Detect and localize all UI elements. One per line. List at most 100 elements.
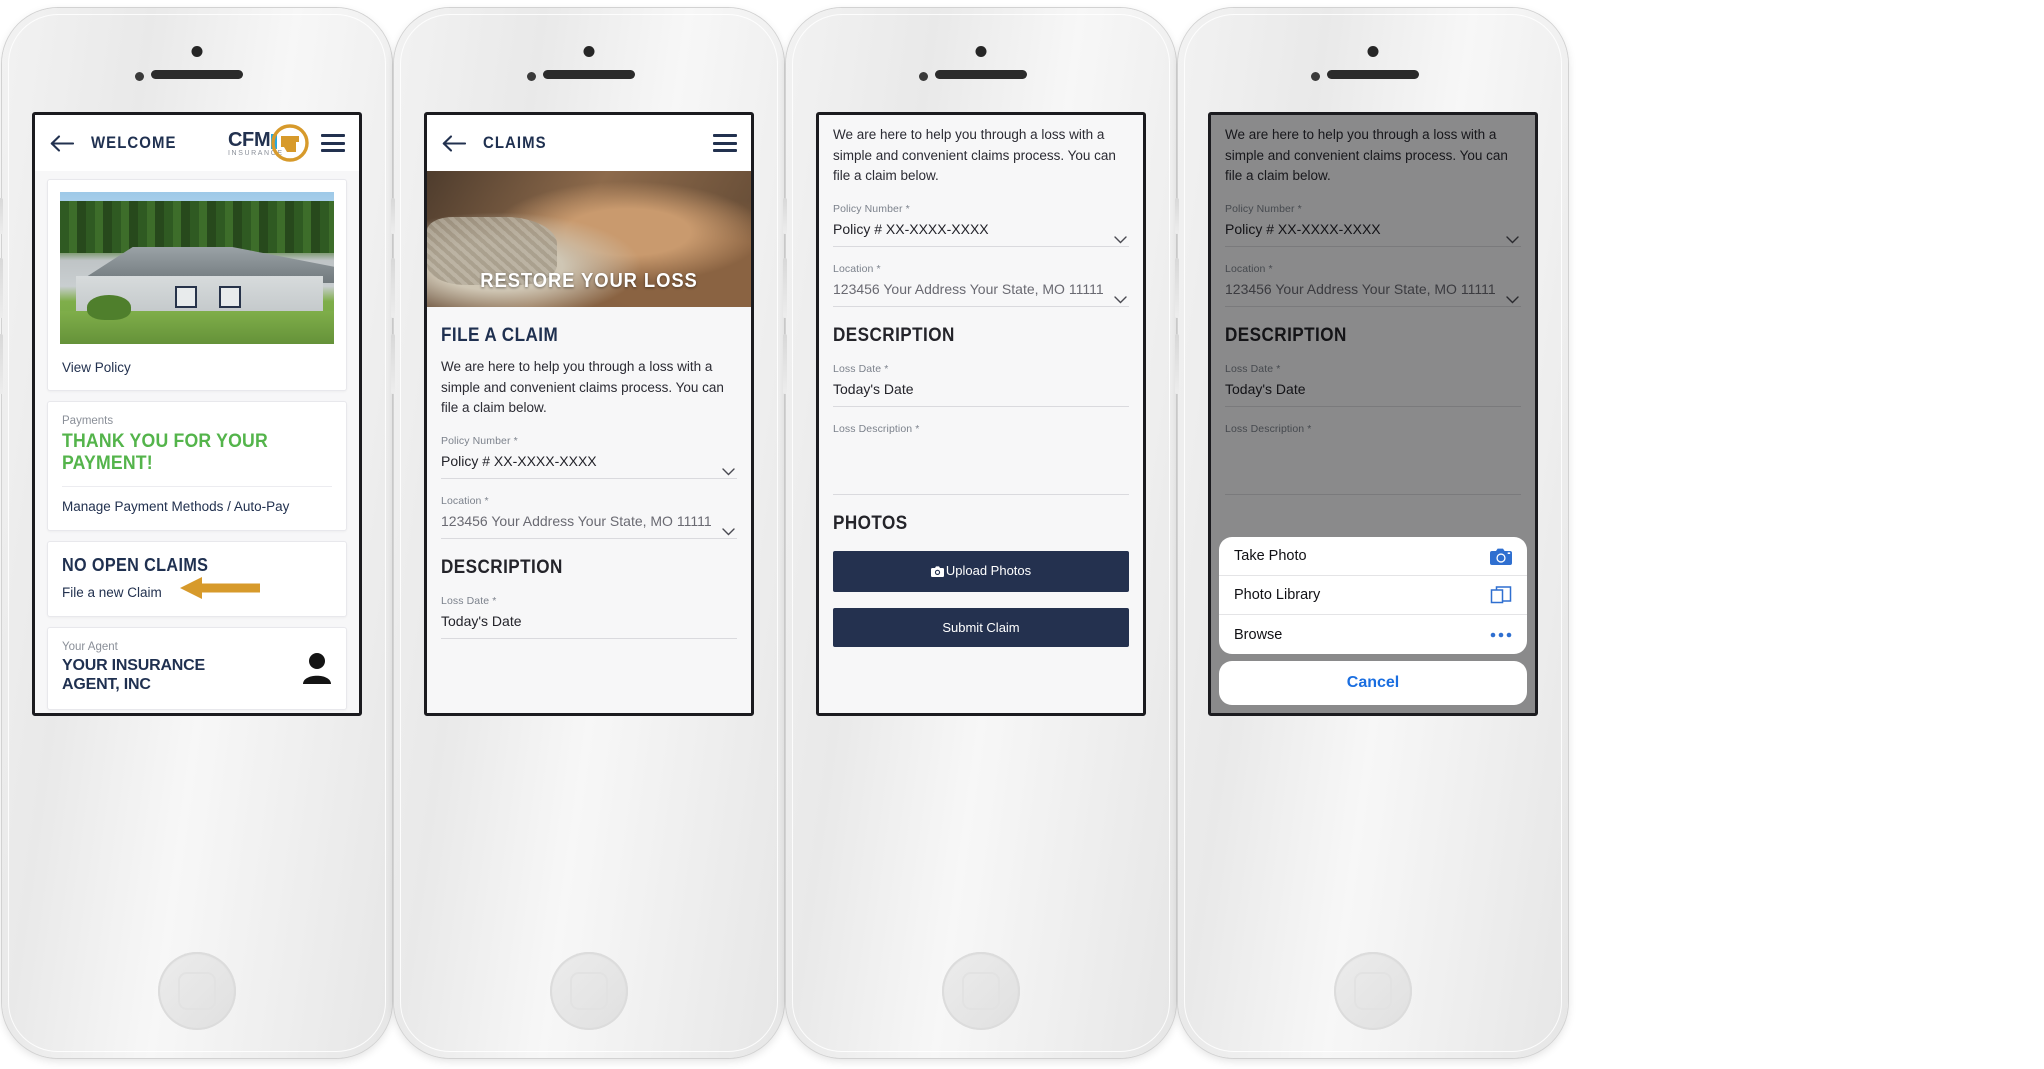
description-section-title: DESCRIPTION [833,324,955,346]
payments-label: Payments [62,415,114,427]
location-value[interactable]: 123456 Your Address Your State, MO 11111 [833,281,1129,307]
policy-number-field[interactable]: Policy Number * Policy # XX-XXXX-XXXX [441,435,737,479]
cfm-logo: CF M INSURANCE [227,123,311,163]
home-button[interactable] [550,952,628,1030]
volume-up-button[interactable] [391,258,395,318]
app-screen-claim-form-scrolled: We are here to help you through a loss w… [816,112,1146,716]
hero-headline: RESTORE YOUR LOSS [480,270,698,292]
volume-down-button[interactable] [783,334,787,394]
home-button[interactable] [942,952,1020,1030]
file-new-claim-link[interactable]: File a new Claim [62,585,162,600]
house-photo [60,192,334,344]
sensor-dot [135,72,144,81]
file-claim-form: FILE A CLAIM We are here to help you thr… [427,307,751,639]
location-value[interactable]: 123456 Your Address Your State, MO 11111 [441,513,737,539]
sensor-dot [1311,72,1320,81]
chevron-down-icon[interactable] [1114,231,1127,244]
phone-device-2: CLAIMS RESTORE YOUR LOSS FILE A CLAIM We… [391,8,784,1058]
camera-icon [930,565,944,580]
upload-photos-button[interactable]: Upload Photos [833,550,1129,592]
action-sheet-options: Take Photo Photo Library Browse [1219,537,1527,654]
manage-payment-methods-link[interactable]: Manage Payment Methods / Auto-Pay [62,499,289,514]
policy-number-value[interactable]: Policy # XX-XXXX-XXXX [833,221,1129,247]
take-photo-option[interactable]: Take Photo [1219,537,1527,576]
submit-claim-button[interactable]: Submit Claim [833,607,1129,647]
page-title: CLAIMS [483,133,547,152]
no-open-claims-headline: NO OPEN CLAIMS [62,555,209,575]
sensor-dot [919,72,928,81]
app-screen-claims: CLAIMS RESTORE YOUR LOSS FILE A CLAIM We… [424,112,754,716]
claim-form-scroll-body[interactable]: We are here to help you through a loss w… [819,115,1143,713]
earpiece-speaker [543,70,635,79]
claims-scroll-body[interactable]: RESTORE YOUR LOSS FILE A CLAIM We are he… [427,171,751,713]
view-policy-link[interactable]: View Policy [48,344,346,390]
cancel-button[interactable]: Cancel [1219,661,1527,705]
take-photo-label: Take Photo [1234,548,1307,564]
back-icon[interactable] [441,130,467,156]
browse-label: Browse [1234,626,1283,643]
photo-source-action-sheet: Take Photo Photo Library Browse Cancel [1219,537,1527,705]
agent-card[interactable]: Your Agent YOUR INSURANCE AGENT, INC [47,627,347,710]
volume-up-button[interactable] [1175,258,1179,318]
page-title: WELCOME [91,133,177,152]
screenshot-stage: WELCOME CF M INSURANCE View Policy Payme… [0,0,2044,1069]
volume-up-button[interactable] [783,258,787,318]
file-claim-form-scrolled: We are here to help you through a loss w… [819,115,1143,647]
policy-number-field[interactable]: Policy Number * Policy # XX-XXXX-XXXX [833,203,1129,247]
sensor-dot [527,72,536,81]
hamburger-icon[interactable] [321,134,345,152]
chevron-down-icon[interactable] [1114,291,1127,304]
loss-description-label: Loss Description * [833,422,920,435]
loss-date-label: Loss Date * [441,594,497,607]
payments-card[interactable]: Payments THANK YOU FOR YOUR PAYMENT! Man… [47,401,347,531]
location-field[interactable]: Location * 123456 Your Address Your Stat… [441,495,737,539]
loss-date-field[interactable]: Loss Date * Today's Date [833,363,1129,407]
app-screen-photo-picker: We are here to help you through a loss w… [1208,112,1538,716]
policy-number-value[interactable]: Policy # XX-XXXX-XXXX [441,453,737,479]
earpiece-speaker [1327,70,1419,79]
mute-switch[interactable] [783,198,787,234]
front-camera [975,46,987,57]
home-button[interactable] [1334,952,1412,1030]
mute-switch[interactable] [391,198,395,234]
chevron-down-icon[interactable] [722,463,735,476]
volume-up-button[interactable] [0,258,3,318]
volume-down-button[interactable] [0,334,3,394]
policy-number-label: Policy Number * [833,202,910,215]
upload-photos-label: Upload Photos [945,562,1032,578]
hamburger-icon[interactable] [713,134,737,152]
phone-device-3: We are here to help you through a loss w… [783,8,1176,1058]
photo-library-label: Photo Library [1234,587,1321,603]
claims-hero-image: RESTORE YOUR LOSS [427,171,751,307]
loss-date-value[interactable]: Today's Date [833,381,1129,407]
chevron-down-icon[interactable] [722,523,735,536]
location-field[interactable]: Location * 123456 Your Address Your Stat… [833,263,1129,307]
photo-library-option[interactable]: Photo Library [1219,576,1527,615]
earpiece-speaker [935,70,1027,79]
front-camera [583,46,595,57]
claims-card[interactable]: NO OPEN CLAIMS File a new Claim [47,541,347,617]
volume-down-button[interactable] [1175,334,1179,394]
phone-device-4: We are here to help you through a loss w… [1175,8,1568,1058]
browse-option[interactable]: Browse [1219,615,1527,654]
back-icon[interactable] [49,130,75,156]
loss-date-field[interactable]: Loss Date * Today's Date [441,595,737,639]
file-claim-paragraph-partial: We are here to help you through a loss w… [833,127,1116,184]
welcome-scroll-body[interactable]: View Policy Payments THANK YOU FOR YOUR … [35,171,359,713]
loss-description-value[interactable] [833,441,1129,495]
mute-switch[interactable] [1175,198,1179,234]
front-camera [191,46,203,57]
app-bar-welcome: WELCOME CF M INSURANCE [35,115,359,171]
volume-down-button[interactable] [391,334,395,394]
agent-name-line2: AGENT, INC [62,675,151,693]
agent-label: Your Agent [62,641,118,653]
policy-card[interactable]: View Policy [47,179,347,391]
loss-date-value[interactable]: Today's Date [441,613,737,639]
loss-description-field[interactable]: Loss Description * [833,423,1129,495]
app-screen-welcome: WELCOME CF M INSURANCE View Policy Payme… [32,112,362,716]
app-bar-claims: CLAIMS [427,115,751,171]
location-label: Location * [441,494,489,507]
mute-switch[interactable] [0,198,3,234]
home-button[interactable] [158,952,236,1030]
submit-claim-label: Submit Claim [942,619,1020,635]
